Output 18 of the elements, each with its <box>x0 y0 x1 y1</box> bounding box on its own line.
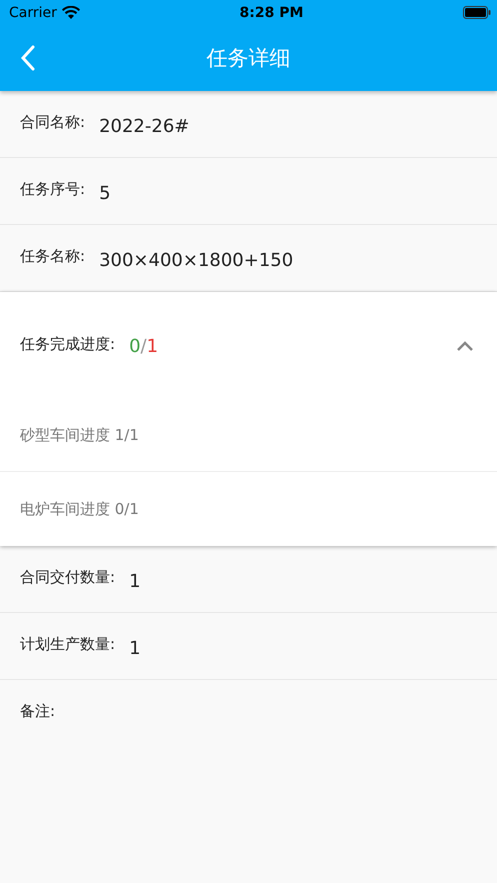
field-label: 任务名称: <box>20 246 86 266</box>
page-title: 任务详细 <box>206 45 290 72</box>
progress-value: 0/1 <box>129 336 158 356</box>
field-value: 2022-26# <box>99 116 190 136</box>
field-value: 5 <box>99 182 111 204</box>
battery-icon <box>463 6 491 19</box>
field-value: 300×400×1800+150 <box>99 250 294 270</box>
field-label: 备注: <box>20 702 56 720</box>
field-value: 1 <box>129 570 141 592</box>
wifi-icon <box>62 6 80 19</box>
field-label: 计划生产数量: <box>20 634 116 654</box>
field-label: 合同交付数量: <box>20 568 116 586</box>
field-label: 合同名称: <box>20 112 86 132</box>
field-label: 任务序号: <box>20 180 86 198</box>
clock-text: 8:28 PM <box>240 4 304 20</box>
field-value: 1 <box>129 638 141 658</box>
carrier-text: Carrier <box>9 4 57 20</box>
field-label: 任务完成进度: <box>20 334 116 354</box>
